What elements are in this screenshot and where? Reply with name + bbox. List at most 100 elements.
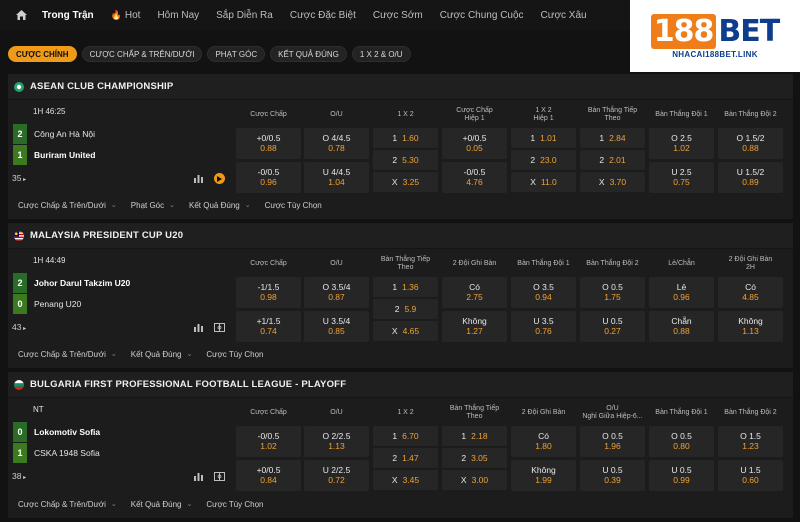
nav-upcoming[interactable]: Sắp Diễn Ra [216, 10, 273, 21]
odds-cell[interactable]: O 0.5 0.80 [649, 426, 714, 457]
odds-cell[interactable]: Có 2.75 [442, 277, 507, 308]
odds-label: O 1.5 [740, 431, 761, 441]
odds-cell[interactable]: 1 1.36 [373, 277, 438, 297]
league-header[interactable]: BULGARIA FIRST PROFESSIONAL FOOTBALL LEA… [8, 372, 793, 398]
odds-cell[interactable]: -0/0.5 1.02 [236, 426, 301, 457]
sub-market-tab[interactable]: Cược Chấp & Trên/Dưới ⌄ [18, 201, 117, 210]
odds-cell[interactable]: Chẵn 0.88 [649, 311, 714, 342]
pitch-tracker-icon[interactable] [214, 322, 225, 333]
odds-cell[interactable]: U 0.5 0.39 [580, 460, 645, 491]
filter-correct-score[interactable]: KẾT QUẢ ĐÚNG [270, 46, 347, 62]
sub-market-tab[interactable]: Cược Tùy Chọn [265, 201, 322, 210]
odds-cell[interactable]: -1/1.5 0.98 [236, 277, 301, 308]
odds-cell[interactable]: U 1.5/2 0.89 [718, 162, 783, 193]
filter-main[interactable]: CƯỢC CHÍNH [8, 46, 77, 62]
league-header[interactable]: MALAYSIA PRESIDENT CUP U20 [8, 223, 793, 249]
sub-market-tab[interactable]: Kết Quả Đúng ⌄ [131, 350, 193, 359]
stats-icon[interactable] [193, 173, 204, 184]
odds-cell[interactable]: U 1.5 0.60 [718, 460, 783, 491]
odds-cell[interactable]: X 4.65 [373, 321, 438, 341]
sub-market-tab[interactable]: Cược Tùy Chọn [206, 500, 263, 509]
filter-handicap-ou[interactable]: CƯỢC CHẤP & TRÊN/DƯỚI [81, 46, 203, 62]
odds-label: U 0.5 [602, 316, 623, 326]
odds-cell[interactable]: 2 2.01 [580, 150, 645, 170]
odds-cell[interactable]: 2 1.47 [373, 448, 438, 468]
odds-label: Lẻ [676, 282, 687, 292]
odds-cell[interactable]: O 3.5 0.94 [511, 277, 576, 308]
stats-icon[interactable] [193, 471, 204, 482]
nav-hot[interactable]: 🔥 Hot [111, 10, 141, 21]
odds-cell[interactable]: O 0.5 1.96 [580, 426, 645, 457]
league-header[interactable]: ASEAN CLUB CHAMPIONSHIP [8, 74, 793, 100]
sub-market-tab[interactable]: Phạt Góc ⌄ [131, 201, 175, 210]
sub-market-tab[interactable]: Cược Tùy Chọn [206, 350, 263, 359]
odds-label: O 0.5 [602, 431, 623, 441]
odds-price: 3.00 [471, 474, 489, 485]
odds-cell[interactable]: -0/0.5 0.96 [236, 162, 301, 193]
live-stream-icon[interactable] [214, 173, 225, 184]
odds-cell[interactable]: O 3.5/4 0.87 [304, 277, 369, 308]
odds-label: X [530, 177, 536, 187]
odds-cell[interactable]: O 2/2.5 1.13 [304, 426, 369, 457]
nav-early[interactable]: Cược Sớm [373, 10, 423, 21]
odds-cell[interactable]: U 0.5 0.99 [649, 460, 714, 491]
odds-cell[interactable]: X 3.25 [373, 172, 438, 192]
odds-cell[interactable]: Có 1.80 [511, 426, 576, 457]
odds-label: Không [531, 465, 556, 475]
nav-parlay[interactable]: Cược Xâu [541, 10, 587, 21]
odds-cell[interactable]: X 11.0 [511, 172, 576, 192]
odds-cell[interactable]: 1 2.18 [442, 426, 507, 446]
odds-cell[interactable]: U 3.5 0.76 [511, 311, 576, 342]
odds-price: 2.18 [471, 430, 488, 441]
filter-corners[interactable]: PHẠT GÓC [207, 46, 266, 62]
odds-cell[interactable]: U 3.5/4 0.85 [304, 311, 369, 342]
odds-cell[interactable]: +0/0.5 0.88 [236, 128, 301, 159]
odds-cell[interactable]: U 4/4.5 1.04 [304, 162, 369, 193]
odds-cell[interactable]: U 2/2.5 0.72 [304, 460, 369, 491]
sub-market-tab[interactable]: Kết Quả Đúng ⌄ [131, 500, 193, 509]
odds-cell[interactable]: X 3.00 [442, 470, 507, 490]
odds-cell[interactable]: O 2.5 1.02 [649, 128, 714, 159]
odds-cell[interactable]: 2 5.30 [373, 150, 438, 170]
odds-cell[interactable]: +0/0.5 0.84 [236, 460, 301, 491]
odds-cell[interactable]: O 0.5 1.75 [580, 277, 645, 308]
sub-market-tab[interactable]: Kết Quả Đúng ⌄ [189, 201, 251, 210]
stats-icon[interactable] [193, 322, 204, 333]
odds-cell[interactable]: 2 3.05 [442, 448, 507, 468]
odds-cell[interactable]: +1/1.5 0.74 [236, 311, 301, 342]
odds-price: 6.70 [402, 430, 419, 441]
odds-cell[interactable]: 1 6.70 [373, 426, 438, 446]
odds-cell[interactable]: Không 1.13 [718, 311, 783, 342]
odds-cell[interactable]: U 2.5 0.75 [649, 162, 714, 193]
sub-market-tab[interactable]: Cược Chấp & Trên/Dưới ⌄ [18, 350, 117, 359]
odds-cell[interactable]: X 3.70 [580, 172, 645, 192]
odds-cell[interactable]: Lẻ 0.96 [649, 277, 714, 308]
more-markets-button[interactable]: 43 ▸ [12, 322, 26, 332]
odds-cell[interactable]: 2 23.0 [511, 150, 576, 170]
nav-today[interactable]: Hôm Nay [157, 10, 199, 21]
pitch-tracker-icon[interactable] [214, 471, 225, 482]
odds-cell[interactable]: -0/0.5 4.76 [442, 162, 507, 193]
odds-cell[interactable]: 1 1.60 [373, 128, 438, 148]
odds-cell[interactable]: +0/0.5 0.05 [442, 128, 507, 159]
odds-cell[interactable]: 2 5.9 [373, 299, 438, 319]
home-icon[interactable] [14, 9, 28, 22]
odds-cell[interactable]: O 1.5/2 0.88 [718, 128, 783, 159]
more-markets-button[interactable]: 35 ▸ [12, 173, 26, 183]
odds-cell[interactable]: X 3.45 [373, 470, 438, 490]
odds-cell[interactable]: 1 2.84 [580, 128, 645, 148]
odds-cell[interactable]: Không 1.27 [442, 311, 507, 342]
odds-cell[interactable]: O 1.5 1.23 [718, 426, 783, 457]
nav-outright[interactable]: Cược Chung Cuộc [440, 10, 524, 21]
odds-cell[interactable]: Có 4.85 [718, 277, 783, 308]
filter-1x2-ou[interactable]: 1 X 2 & O/U [351, 46, 411, 62]
match-row: 1H 44:49 2 Johor Darul Takzim U20 0 Penang U… [8, 249, 793, 342]
odds-cell[interactable]: U 0.5 0.27 [580, 311, 645, 342]
nav-special[interactable]: Cược Đặc Biệt [290, 10, 356, 21]
sub-market-tab[interactable]: Cược Chấp & Trên/Dưới ⌄ [18, 500, 117, 509]
odds-cell[interactable]: Không 1.99 [511, 460, 576, 491]
odds-cell[interactable]: O 4/4.5 0.78 [304, 128, 369, 159]
nav-in-play[interactable]: Trong Trận [42, 10, 94, 21]
more-markets-button[interactable]: 38 ▸ [12, 471, 26, 481]
odds-cell[interactable]: 1 1.01 [511, 128, 576, 148]
